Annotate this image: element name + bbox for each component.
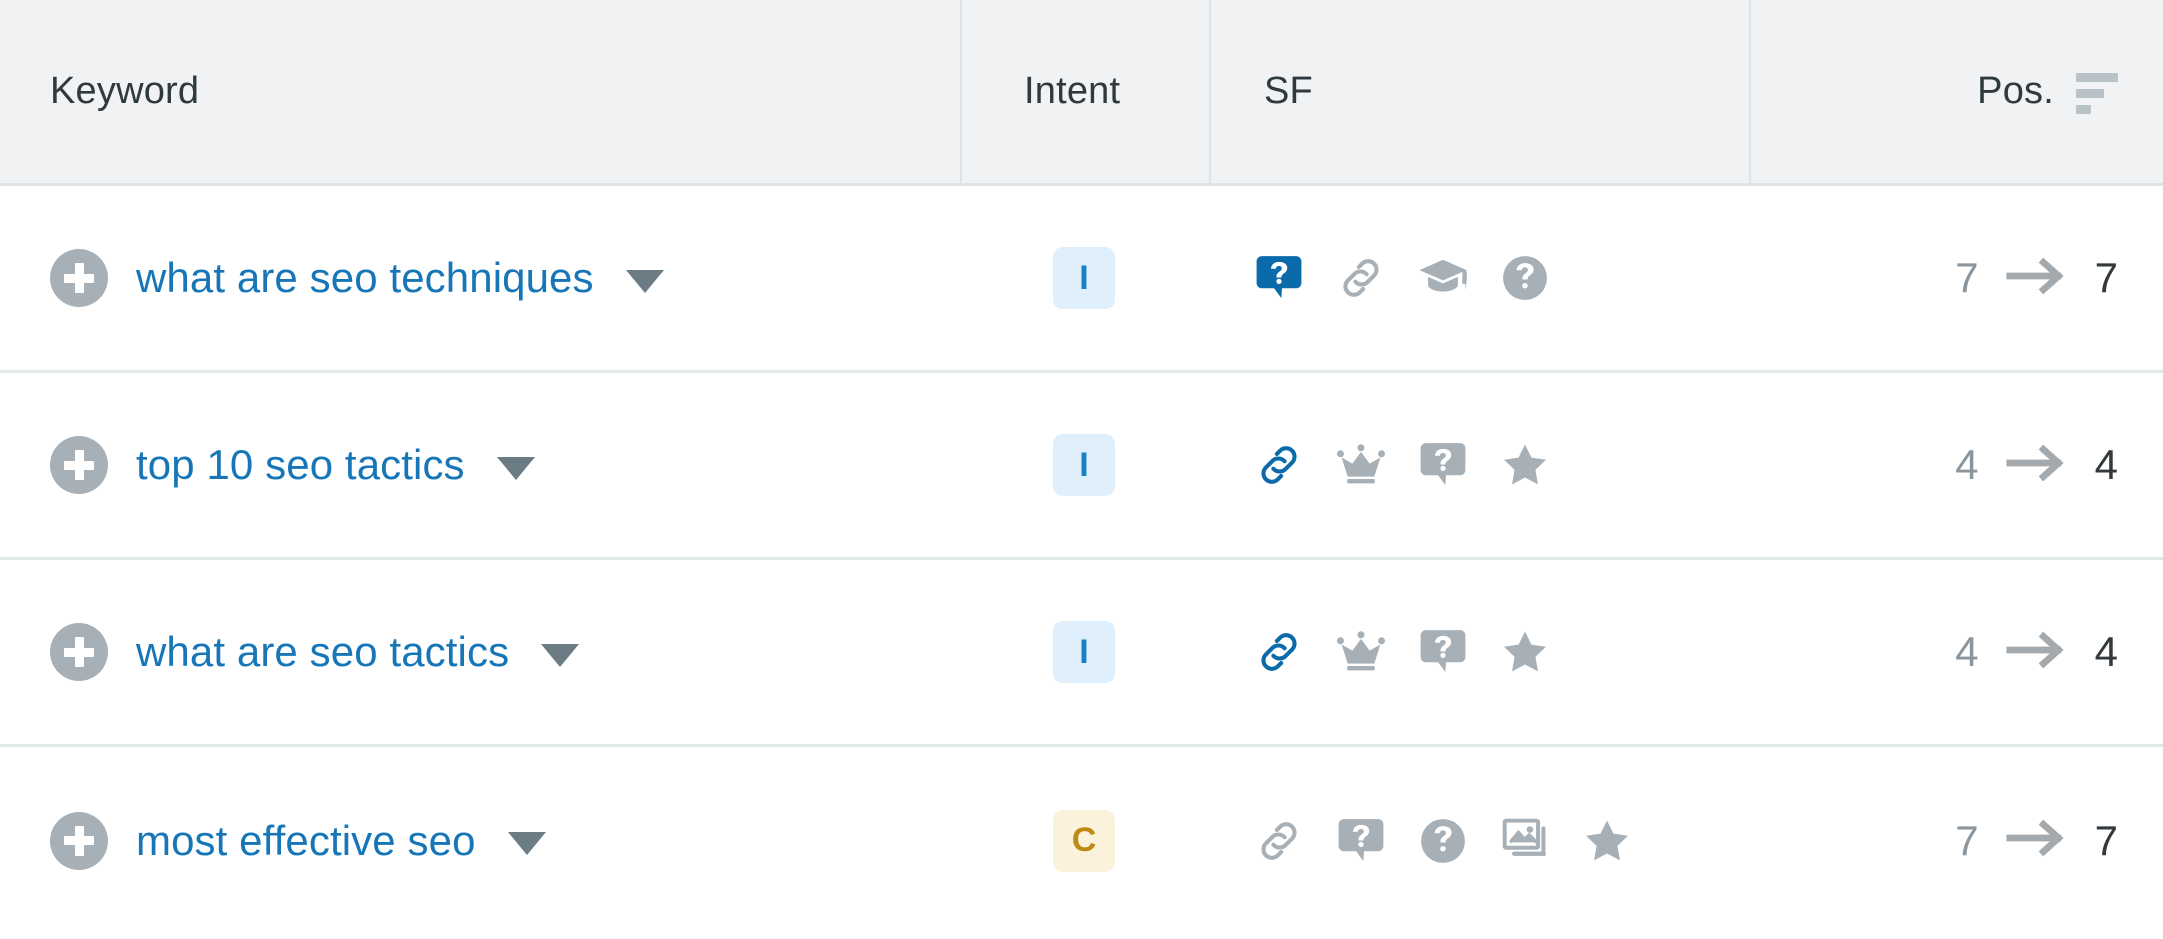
add-keyword-button[interactable] — [50, 623, 108, 681]
intent-badge-informational[interactable]: I — [1053, 621, 1115, 683]
chevron-down-icon[interactable] — [541, 643, 580, 667]
featured-snippet-icon[interactable] — [1415, 437, 1471, 493]
sort-bar-medium — [2076, 89, 2104, 98]
top-stories-icon[interactable] — [1333, 624, 1389, 680]
people-also-ask-icon[interactable] — [1415, 813, 1471, 869]
sort-bar-long — [2076, 73, 2118, 82]
column-header-intent[interactable]: Intent — [962, 0, 1211, 183]
intent-cell: C — [962, 747, 1211, 934]
current-position: 7 — [2094, 816, 2118, 864]
sitelinks-icon[interactable] — [1333, 250, 1389, 306]
intent-cell: I — [962, 373, 1211, 557]
table-body: what are seo techniques I 7 7 top 10 seo tac… — [0, 186, 2163, 934]
reviews-icon[interactable] — [1497, 437, 1553, 493]
featured-snippet-icon[interactable] — [1333, 813, 1389, 869]
sort-descending-icon[interactable] — [2076, 73, 2118, 114]
keyword-cell: what are seo tactics — [0, 560, 962, 744]
column-header-sf-label: SF — [1264, 70, 1313, 112]
column-header-position-label: Pos. — [1977, 70, 2054, 112]
column-header-keyword[interactable]: Keyword — [0, 0, 962, 183]
column-header-sf[interactable]: SF — [1211, 0, 1751, 183]
intent-cell: I — [962, 560, 1211, 744]
previous-position: 7 — [1955, 816, 1979, 864]
intent-badge-commercial[interactable]: C — [1053, 809, 1115, 872]
chevron-down-icon[interactable] — [625, 269, 664, 293]
column-header-position[interactable]: Pos. — [1751, 0, 2163, 183]
top-stories-icon[interactable] — [1333, 437, 1389, 493]
add-keyword-button[interactable] — [50, 436, 108, 494]
table-header-row: Keyword Intent SF Pos. — [0, 0, 2163, 186]
position-cell: 77 — [1751, 747, 2163, 934]
sitelinks-icon[interactable] — [1251, 437, 1307, 493]
column-header-intent-label: Intent — [1024, 70, 1121, 112]
featured-snippet-icon[interactable] — [1251, 250, 1307, 306]
position-change-arrow-icon — [2005, 818, 2069, 863]
serp-features-cell — [1211, 560, 1751, 744]
keyword-link[interactable]: what are seo techniques — [136, 254, 594, 302]
previous-position: 4 — [1955, 441, 1979, 488]
serp-features-cell — [1211, 373, 1751, 557]
intent-badge-informational[interactable]: I — [1053, 247, 1115, 309]
serp-features-cell — [1211, 747, 1751, 934]
column-header-keyword-label: Keyword — [50, 70, 200, 112]
knowledge-panel-icon[interactable] — [1415, 250, 1471, 306]
position-cell: 44 — [1751, 373, 2163, 557]
previous-position: 4 — [1955, 628, 1979, 675]
serp-features-cell — [1211, 186, 1751, 370]
keyword-cell: what are seo techniques — [0, 186, 962, 370]
position-change-arrow-icon — [2005, 256, 2069, 301]
table-row[interactable]: most effective seo C 7 7 — [0, 747, 2163, 934]
people-also-ask-icon[interactable] — [1497, 250, 1553, 306]
sort-bar-short — [2076, 105, 2091, 114]
chevron-down-icon[interactable] — [496, 456, 535, 480]
position-cell: 44 — [1751, 560, 2163, 744]
position-change-arrow-icon — [2005, 630, 2069, 675]
reviews-icon[interactable] — [1497, 624, 1553, 680]
table-row[interactable]: what are seo techniques I 7 7 — [0, 186, 2163, 373]
previous-position: 7 — [1955, 254, 1979, 301]
current-position: 4 — [2094, 441, 2118, 488]
add-keyword-button[interactable] — [50, 249, 108, 307]
sitelinks-icon[interactable] — [1251, 813, 1307, 869]
current-position: 4 — [2094, 628, 2118, 675]
chevron-down-icon[interactable] — [507, 832, 546, 855]
position-cell: 77 — [1751, 186, 2163, 370]
position-change-arrow-icon — [2005, 443, 2069, 488]
intent-cell: I — [962, 186, 1211, 370]
intent-badge-informational[interactable]: I — [1053, 434, 1115, 496]
featured-snippet-icon[interactable] — [1415, 624, 1471, 680]
sitelinks-icon[interactable] — [1251, 624, 1307, 680]
reviews-icon[interactable] — [1579, 813, 1635, 869]
keyword-link[interactable]: top 10 seo tactics — [136, 441, 465, 489]
keyword-link[interactable]: what are seo tactics — [136, 628, 509, 676]
image-pack-icon[interactable] — [1497, 813, 1553, 869]
keyword-cell: most effective seo — [0, 747, 962, 934]
table-row[interactable]: what are seo tactics I 4 4 — [0, 560, 2163, 747]
keyword-position-table: Keyword Intent SF Pos. what are seo tech… — [0, 0, 2163, 939]
table-row[interactable]: top 10 seo tactics I 4 4 — [0, 373, 2163, 560]
keyword-cell: top 10 seo tactics — [0, 373, 962, 557]
current-position: 7 — [2094, 254, 2118, 301]
add-keyword-button[interactable] — [50, 811, 108, 870]
keyword-link[interactable]: most effective seo — [136, 817, 476, 865]
